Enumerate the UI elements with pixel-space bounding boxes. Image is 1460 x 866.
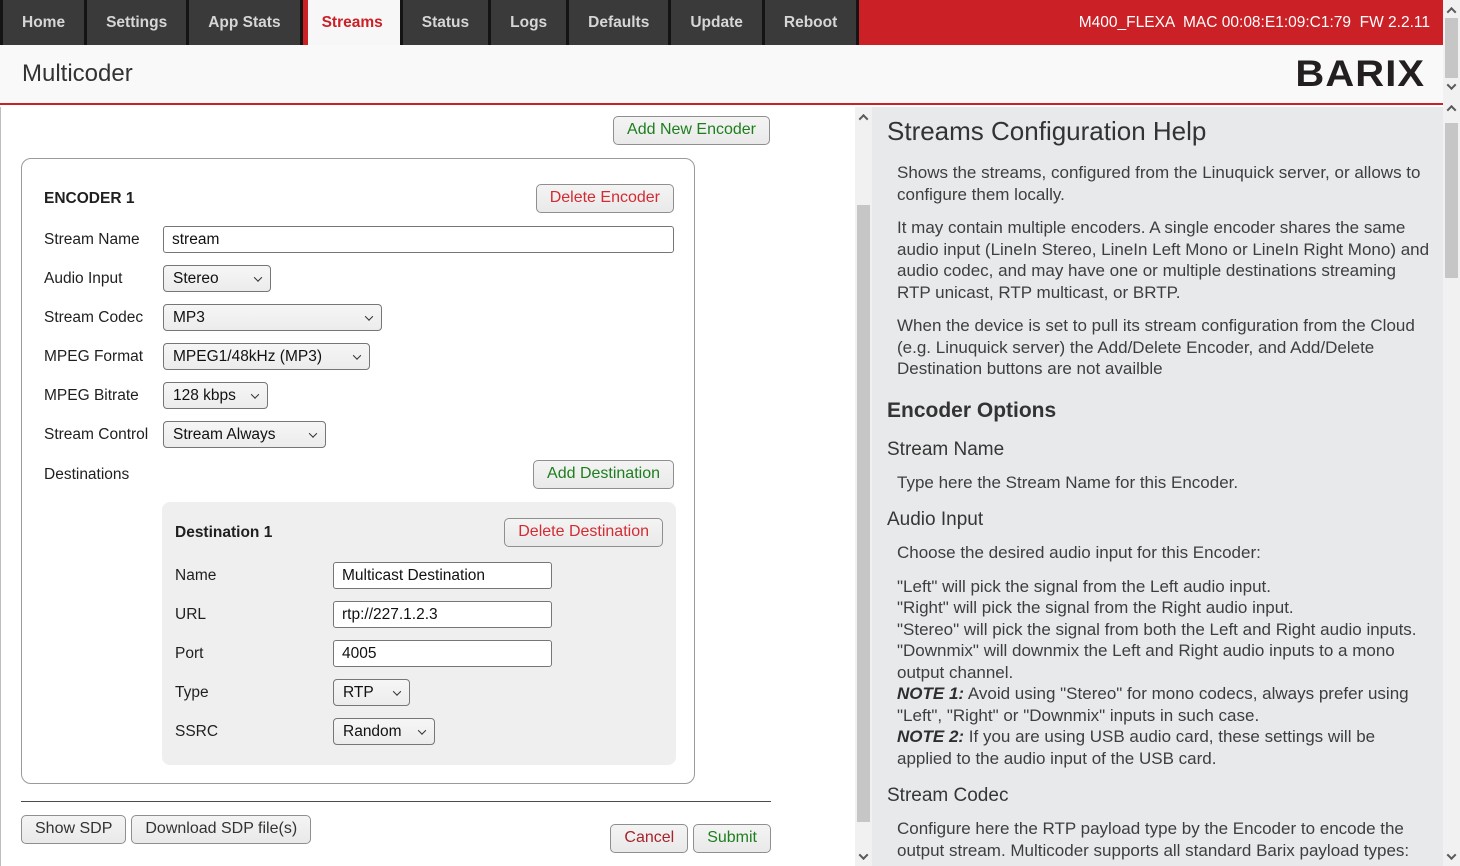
destination-name-label: Name bbox=[175, 567, 333, 585]
tab-defaults[interactable]: Defaults bbox=[569, 0, 668, 45]
destination-ssrc-value: Random bbox=[343, 723, 402, 741]
chevron-down-icon bbox=[353, 351, 361, 359]
stream-codec-select[interactable]: MP3 bbox=[163, 304, 382, 331]
help-title: Streams Configuration Help bbox=[887, 116, 1431, 147]
help-scrollbar bbox=[1443, 98, 1460, 866]
tab-settings[interactable]: Settings bbox=[87, 0, 186, 45]
chevron-down-icon bbox=[418, 726, 426, 734]
help-heading-stream-name: Stream Name bbox=[887, 439, 1431, 461]
stream-control-value: Stream Always bbox=[173, 426, 276, 444]
audio-input-select[interactable]: Stereo bbox=[163, 265, 271, 292]
page-header: Multicoder BARIX bbox=[0, 45, 1443, 105]
scroll-up-icon[interactable] bbox=[1443, 100, 1460, 116]
destination-port-label: Port bbox=[175, 645, 333, 663]
encoder-title: ENCODER 1 bbox=[44, 190, 134, 208]
stream-codec-value: MP3 bbox=[173, 309, 205, 327]
scroll-up-icon[interactable] bbox=[855, 109, 872, 125]
destination-ssrc-select[interactable]: Random bbox=[333, 718, 435, 745]
stream-codec-label: Stream Codec bbox=[44, 309, 163, 327]
audio-input-label: Audio Input bbox=[44, 270, 163, 288]
mpeg-bitrate-select[interactable]: 128 kbps bbox=[163, 382, 268, 409]
help-panel: Streams Configuration Help Shows the str… bbox=[872, 107, 1443, 866]
right-scroll-rail bbox=[1443, 0, 1460, 866]
show-sdp-button[interactable]: Show SDP bbox=[21, 815, 126, 844]
chevron-down-icon bbox=[365, 312, 373, 320]
help-paragraph: Type here the Stream Name for this Encod… bbox=[897, 472, 1431, 494]
destination-name-input[interactable] bbox=[333, 562, 552, 589]
delete-encoder-button[interactable]: Delete Encoder bbox=[536, 184, 674, 213]
scroll-up-icon[interactable] bbox=[1443, 2, 1460, 18]
destination-panel: Destination 1 Delete Destination Name UR… bbox=[162, 502, 676, 765]
destination-type-select[interactable]: RTP bbox=[333, 679, 410, 706]
help-audio-input-details: "Left" will pick the signal from the Lef… bbox=[897, 576, 1431, 770]
scroll-down-icon[interactable] bbox=[1443, 78, 1460, 94]
chevron-down-icon bbox=[251, 390, 259, 398]
destination-port-input[interactable] bbox=[333, 640, 552, 667]
audio-input-value: Stereo bbox=[173, 270, 219, 288]
nav-tabs: Home Settings App Stats Streams Status L… bbox=[0, 0, 859, 45]
content-area: Add New Encoder ENCODER 1 Delete Encoder… bbox=[0, 107, 1443, 866]
mpeg-format-label: MPEG Format bbox=[44, 348, 163, 366]
tab-update[interactable]: Update bbox=[671, 0, 762, 45]
help-paragraph: Configure here the RTP payload type by t… bbox=[897, 818, 1431, 861]
top-nav-bar: Home Settings App Stats Streams Status L… bbox=[0, 0, 1443, 45]
stream-control-select[interactable]: Stream Always bbox=[163, 421, 326, 448]
stream-name-label: Stream Name bbox=[44, 231, 163, 249]
note-2-label: NOTE 2: bbox=[897, 727, 964, 746]
device-info: M400_FLEXA MAC 00:08:E1:09:C1:79 FW 2.2.… bbox=[1079, 0, 1443, 45]
main-panel: Add New Encoder ENCODER 1 Delete Encoder… bbox=[0, 107, 855, 866]
submit-button[interactable]: Submit bbox=[693, 824, 771, 853]
destination-type-label: Type bbox=[175, 684, 333, 702]
tab-status[interactable]: Status bbox=[403, 0, 488, 45]
mpeg-bitrate-value: 128 kbps bbox=[173, 387, 236, 405]
cancel-button[interactable]: Cancel bbox=[610, 824, 688, 853]
mpeg-format-value: MPEG1/48kHz (MP3) bbox=[173, 348, 322, 366]
main-scrollbar bbox=[855, 107, 872, 866]
download-sdp-button[interactable]: Download SDP file(s) bbox=[131, 815, 311, 844]
note-1-label: NOTE 1: bbox=[897, 684, 964, 703]
mpeg-format-select[interactable]: MPEG1/48kHz (MP3) bbox=[163, 343, 370, 370]
encoder-panel: ENCODER 1 Delete Encoder Stream Name Aud… bbox=[21, 158, 695, 784]
help-heading-audio-input: Audio Input bbox=[887, 509, 1431, 531]
tab-reboot[interactable]: Reboot bbox=[765, 0, 856, 45]
barix-logo: BARIX bbox=[1295, 53, 1425, 95]
tab-home[interactable]: Home bbox=[3, 0, 84, 45]
destinations-label: Destinations bbox=[44, 466, 129, 484]
destination-ssrc-label: SSRC bbox=[175, 723, 333, 741]
delete-destination-button[interactable]: Delete Destination bbox=[504, 518, 663, 547]
scroll-down-icon[interactable] bbox=[1443, 848, 1460, 864]
destination-type-value: RTP bbox=[343, 684, 374, 702]
help-scrollbar-thumb[interactable] bbox=[1445, 123, 1458, 278]
add-destination-button[interactable]: Add Destination bbox=[533, 460, 674, 489]
help-paragraph: When the device is set to pull its strea… bbox=[897, 315, 1431, 380]
stream-control-label: Stream Control bbox=[44, 426, 163, 444]
help-heading-stream-codec: Stream Codec bbox=[887, 785, 1431, 807]
tab-app-stats[interactable]: App Stats bbox=[189, 0, 299, 45]
tab-streams[interactable]: Streams bbox=[303, 0, 400, 45]
tab-logs[interactable]: Logs bbox=[491, 0, 566, 45]
help-paragraph: Choose the desired audio input for this … bbox=[897, 542, 1431, 564]
help-paragraph: Shows the streams, configured from the L… bbox=[897, 162, 1431, 205]
main-scrollbar-thumb[interactable] bbox=[857, 205, 870, 822]
footer-divider bbox=[21, 801, 771, 802]
destination-url-label: URL bbox=[175, 606, 333, 624]
chevron-down-icon bbox=[254, 273, 262, 281]
page-title: Multicoder bbox=[22, 60, 133, 88]
help-heading-encoder-options: Encoder Options bbox=[887, 399, 1431, 423]
page-scrollbar-thumb[interactable] bbox=[1445, 18, 1458, 78]
mpeg-bitrate-label: MPEG Bitrate bbox=[44, 387, 163, 405]
chevron-down-icon bbox=[309, 429, 317, 437]
scroll-down-icon[interactable] bbox=[855, 848, 872, 864]
chevron-down-icon bbox=[393, 687, 401, 695]
destination-title: Destination 1 bbox=[175, 524, 272, 542]
help-paragraph: It may contain multiple encoders. A sing… bbox=[897, 217, 1431, 303]
page: Home Settings App Stats Streams Status L… bbox=[0, 0, 1460, 866]
stream-name-input[interactable] bbox=[163, 226, 674, 253]
destination-url-input[interactable] bbox=[333, 601, 552, 628]
add-new-encoder-button[interactable]: Add New Encoder bbox=[613, 116, 770, 145]
page-scrollbar bbox=[1443, 0, 1460, 96]
